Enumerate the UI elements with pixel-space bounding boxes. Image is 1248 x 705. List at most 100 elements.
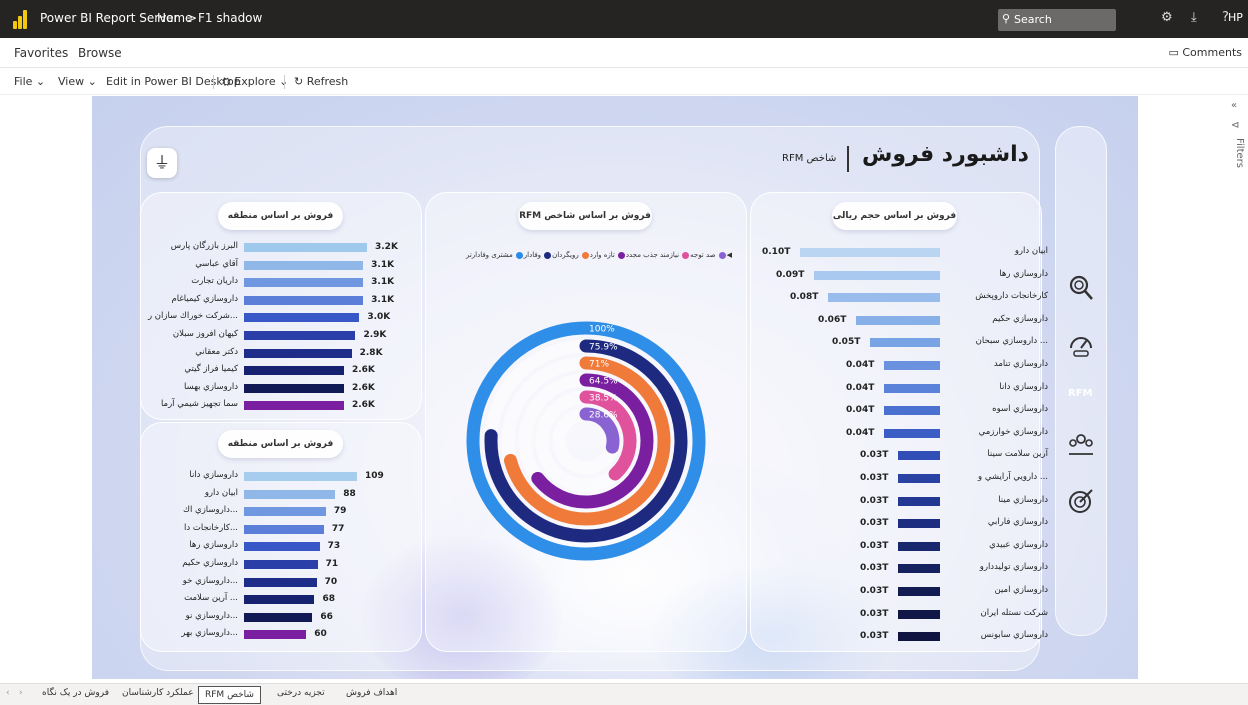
bar[interactable] xyxy=(244,348,352,358)
edit-in-desktop-button[interactable]: Edit in Power BI Desktop xyxy=(106,75,241,88)
bar[interactable] xyxy=(244,612,313,622)
bar[interactable] xyxy=(898,474,940,483)
legend-item[interactable]: وفادار xyxy=(524,251,552,259)
bar[interactable] xyxy=(244,542,320,552)
bar[interactable] xyxy=(244,278,364,288)
bar-value: 71 xyxy=(325,559,339,569)
plug-icon[interactable]: ⏚ xyxy=(147,148,177,178)
bar[interactable] xyxy=(244,401,344,411)
favorites-link[interactable]: Favorites xyxy=(14,46,68,60)
explore-icon: ⛭ xyxy=(222,75,231,88)
search-input[interactable]: ⚲ Search xyxy=(998,9,1116,31)
browse-link[interactable]: Browse xyxy=(78,46,122,60)
bar[interactable] xyxy=(244,560,318,569)
legend-arrow-icon[interactable]: ◀ xyxy=(727,251,732,259)
bar[interactable] xyxy=(244,472,357,481)
file-menu[interactable]: File ⌄ xyxy=(14,75,45,88)
bar-label: ...داروسازي اك xyxy=(182,505,238,516)
bar-label: داروسازي دانا xyxy=(999,381,1048,392)
bar[interactable] xyxy=(244,524,324,534)
tab-sales-goals[interactable]: اهداف فروش xyxy=(340,688,403,698)
bar[interactable] xyxy=(884,383,940,393)
region-count-title: فروش بر اساس منطقه xyxy=(218,430,343,458)
bar-value: 0.03T xyxy=(860,450,889,461)
download-icon[interactable]: ⤓ xyxy=(1191,10,1197,25)
target-money-icon[interactable] xyxy=(1067,488,1095,516)
bar-value: 3.1K xyxy=(371,294,395,305)
bar-value: 2.6K xyxy=(351,365,375,376)
bar[interactable] xyxy=(244,577,317,587)
bar[interactable] xyxy=(898,587,940,596)
tab-rfm[interactable]: شاخص RFM xyxy=(198,686,261,704)
legend-item[interactable]: صد توجه xyxy=(690,251,727,259)
dashboard-gauge-icon[interactable] xyxy=(1067,330,1095,358)
bar[interactable] xyxy=(244,383,344,393)
refresh-button[interactable]: ↻ Refresh xyxy=(294,75,348,88)
bar[interactable] xyxy=(856,315,940,325)
bar[interactable] xyxy=(884,406,940,416)
bar[interactable] xyxy=(244,489,336,499)
explore-menu[interactable]: ⛭ Explore ⌄ xyxy=(222,75,288,89)
bar[interactable] xyxy=(244,260,364,270)
legend-label: وفادار xyxy=(523,251,542,259)
bar-label: ...كارخانجات دا xyxy=(184,522,238,533)
bar-value: 0.03T xyxy=(860,473,889,483)
bar[interactable] xyxy=(800,248,940,257)
bar[interactable] xyxy=(244,295,364,305)
bar-value: 0.04T xyxy=(846,405,875,416)
bar[interactable] xyxy=(814,270,940,280)
bar-label: ...شركت خوراك سازان ر xyxy=(147,311,238,322)
bar[interactable] xyxy=(884,428,940,438)
tab-sales-glance[interactable]: فروش در یک نگاه xyxy=(36,688,115,698)
filter-icon[interactable]: ⊲ xyxy=(1231,120,1248,131)
view-menu[interactable]: View ⌄ xyxy=(58,75,97,88)
settings-gear-icon[interactable]: ⚙ xyxy=(1161,10,1173,25)
bar-value: 3.1K xyxy=(371,259,395,270)
legend-item[interactable]: تازه وارد xyxy=(590,251,626,259)
explore-label: Explore ⌄ xyxy=(234,75,289,88)
bar[interactable] xyxy=(870,338,940,348)
filters-pane-label[interactable]: Filters xyxy=(1234,138,1245,168)
bar[interactable] xyxy=(898,609,940,619)
bar[interactable] xyxy=(244,595,315,605)
bar[interactable] xyxy=(244,313,360,323)
bar[interactable] xyxy=(898,564,940,574)
legend-label: نیازمند جذب مجدد xyxy=(625,251,680,259)
tab-expert-performance[interactable]: عملکرد کارشناسان xyxy=(116,688,200,698)
bar[interactable] xyxy=(244,630,307,640)
rial-sales-card xyxy=(750,192,1042,652)
comments-button[interactable]: ▭ Comments xyxy=(1168,46,1242,59)
bar[interactable] xyxy=(884,361,940,370)
rial-sales-title: فروش بر اساس حجم ریالی xyxy=(832,202,957,230)
breadcrumb-report: F1 shadow xyxy=(198,11,263,25)
bar[interactable] xyxy=(828,293,940,303)
tab-decomposition-tree[interactable]: تجزیه درختی xyxy=(271,688,331,698)
toolbar-divider xyxy=(284,75,285,89)
bar[interactable] xyxy=(898,541,940,551)
bar[interactable] xyxy=(244,366,344,376)
power-bi-logo-icon[interactable] xyxy=(13,10,28,29)
legend-item[interactable]: رویگردان xyxy=(552,251,590,259)
user-avatar[interactable]: HP xyxy=(1228,11,1243,24)
legend-item[interactable]: مشتری وفادارتر xyxy=(466,251,524,259)
bar[interactable] xyxy=(244,243,367,252)
bar-label: داروسازي رها xyxy=(999,268,1048,279)
team-icon[interactable] xyxy=(1067,432,1095,460)
bar-label: داروسازي حكيم xyxy=(992,313,1048,324)
bar[interactable] xyxy=(244,507,326,517)
bar[interactable] xyxy=(898,632,940,642)
money-search-icon[interactable] xyxy=(1067,274,1095,302)
radial-bar-label: 38.5% xyxy=(589,394,618,404)
bar[interactable] xyxy=(898,496,940,506)
comments-icon: ▭ xyxy=(1168,46,1179,59)
bar[interactable] xyxy=(898,451,940,461)
tab-prev-icon[interactable]: ‹ xyxy=(6,688,10,698)
rfm-nav-label[interactable]: RFM xyxy=(1068,388,1092,399)
legend-item[interactable]: نیازمند جذب مجدد xyxy=(626,251,690,259)
filters-collapse-icon[interactable]: « xyxy=(1231,100,1248,111)
bar[interactable] xyxy=(244,331,356,340)
bar-value: 0.03T xyxy=(860,540,889,551)
tab-next-icon[interactable]: › xyxy=(19,688,23,698)
bar-value: 0.04T xyxy=(846,360,875,370)
bar[interactable] xyxy=(898,519,940,529)
